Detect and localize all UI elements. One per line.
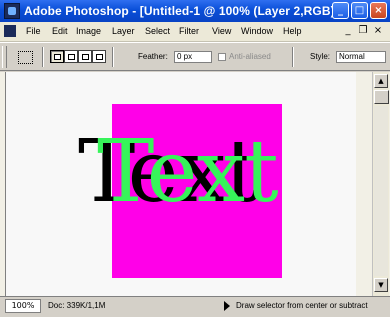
- menu-bar: File Edit Image Layer Select Filter View…: [0, 22, 390, 42]
- subtract-from-selection-button[interactable]: [78, 50, 92, 63]
- zoom-field[interactable]: 100%: [5, 299, 41, 313]
- menu-filter[interactable]: Filter: [179, 26, 199, 36]
- status-bar: 100% Doc: 339K/1,1M Draw selector from c…: [0, 296, 390, 317]
- photoshop-app-icon[interactable]: [4, 3, 20, 19]
- document-close-button[interactable]: ×: [372, 25, 384, 37]
- document-icon[interactable]: [4, 25, 16, 37]
- menu-window[interactable]: Window: [241, 26, 273, 36]
- minimize-button[interactable]: _: [332, 2, 349, 19]
- menu-view[interactable]: View: [212, 26, 231, 36]
- menu-layer[interactable]: Layer: [112, 26, 135, 36]
- text-layer: Text: [97, 122, 279, 222]
- menu-edit[interactable]: Edit: [52, 26, 68, 36]
- feather-input[interactable]: 0 px: [174, 51, 212, 63]
- feather-label: Feather:: [138, 52, 168, 61]
- menu-select[interactable]: Select: [145, 26, 170, 36]
- document-size[interactable]: Doc: 339K/1,1M: [48, 301, 105, 310]
- image-canvas[interactable]: Text Text: [5, 72, 356, 296]
- menu-file[interactable]: File: [26, 26, 41, 36]
- options-bar-grip[interactable]: [2, 46, 7, 68]
- options-bar: Feather: 0 px Anti-aliased Style: Normal: [0, 42, 390, 71]
- rectangular-marquee-icon[interactable]: [18, 51, 33, 64]
- window-title: Adobe Photoshop - [Untitled-1 @ 100% (La…: [24, 4, 339, 18]
- intersect-selection-button[interactable]: [92, 50, 106, 63]
- close-button[interactable]: ×: [370, 2, 387, 19]
- scroll-track[interactable]: [374, 106, 388, 276]
- style-select[interactable]: Normal: [336, 51, 386, 63]
- anti-aliased-checkbox[interactable]: [218, 53, 226, 61]
- scroll-down-arrow[interactable]: ▼: [374, 278, 388, 292]
- status-menu-arrow-icon[interactable]: [224, 301, 230, 311]
- separator: [112, 47, 114, 67]
- scroll-up-arrow[interactable]: ▲: [374, 74, 388, 88]
- scroll-thumb[interactable]: [374, 90, 389, 104]
- maximize-button[interactable]: □: [351, 2, 368, 19]
- anti-aliased-label: Anti-aliased: [229, 52, 271, 61]
- separator: [42, 47, 44, 67]
- vertical-scrollbar[interactable]: ▲ ▼: [372, 72, 389, 296]
- document-minimize-button[interactable]: _: [342, 25, 354, 37]
- separator: [292, 47, 294, 67]
- title-bar: Adobe Photoshop - [Untitled-1 @ 100% (La…: [0, 0, 390, 22]
- add-to-selection-button[interactable]: [64, 50, 78, 63]
- document-window: Text Text ▲ ▼: [0, 72, 390, 296]
- menu-help[interactable]: Help: [283, 26, 302, 36]
- document-restore-button[interactable]: ❐: [357, 25, 369, 37]
- menu-image[interactable]: Image: [76, 26, 101, 36]
- style-label: Style:: [310, 52, 331, 61]
- new-selection-button[interactable]: [50, 50, 64, 63]
- status-hint: Draw selector from center or subtract: [236, 301, 368, 310]
